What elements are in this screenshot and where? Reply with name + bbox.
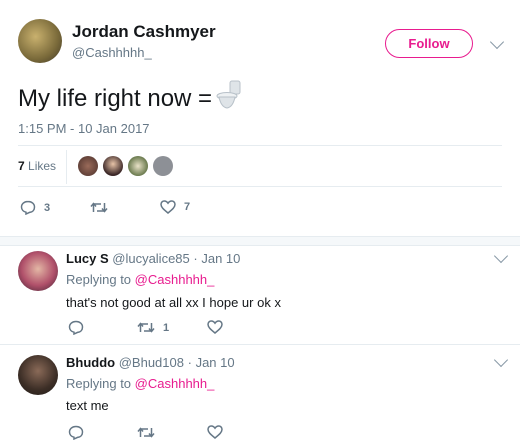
heart-icon <box>207 425 223 439</box>
toilet-icon <box>216 80 242 117</box>
reply-avatar[interactable] <box>18 355 58 395</box>
retweet-count: 1 <box>163 321 170 334</box>
reply-icon <box>68 320 84 335</box>
liker-avatar[interactable] <box>78 156 98 176</box>
likes-summary[interactable]: 7 Likes <box>18 159 56 173</box>
reply-date[interactable]: Jan 10 <box>196 355 235 370</box>
retweet-icon <box>137 427 155 438</box>
section-divider <box>0 236 520 246</box>
reply-author-handle[interactable]: @lucyalice85 <box>112 251 190 266</box>
chevron-down-icon[interactable] <box>493 248 509 264</box>
reply-icon <box>20 200 36 215</box>
tweet-text: My life right now = <box>18 84 213 112</box>
like-action[interactable] <box>207 425 223 439</box>
follow-button[interactable]: Follow <box>385 29 473 58</box>
retweet-action[interactable] <box>137 426 155 439</box>
liker-avatar[interactable] <box>153 156 173 176</box>
author-name[interactable]: Jordan Cashmyer <box>72 22 216 42</box>
tweet-timestamp[interactable]: 1:15 PM - 10 Jan 2017 <box>18 121 150 136</box>
replying-to-prefix: Replying to <box>66 376 132 391</box>
replying-to: Replying to @Cashhhhh_ <box>66 272 214 287</box>
follow-button-label: Follow <box>408 36 450 51</box>
replying-to-handle[interactable]: @Cashhhhh_ <box>135 376 215 391</box>
reply-action[interactable]: 3 <box>20 200 50 215</box>
heart-icon <box>160 200 176 214</box>
reply-action[interactable] <box>68 425 84 440</box>
replying-to-prefix: Replying to <box>66 272 132 287</box>
heart-icon <box>207 320 223 334</box>
likes-count: 7 <box>18 159 25 173</box>
chevron-down-icon[interactable] <box>493 352 509 368</box>
reply-text: that's not good at all xx I hope ur ok x <box>66 295 281 310</box>
reply-count: 3 <box>44 201 51 214</box>
author-handle[interactable]: @Cashhhhh_ <box>72 45 152 60</box>
liker-avatar[interactable] <box>103 156 123 176</box>
retweet-icon <box>90 202 108 213</box>
likes-divider <box>66 150 67 184</box>
reply-author-name[interactable]: Bhuddo <box>66 355 115 370</box>
divider <box>0 344 520 345</box>
likes-label: Likes <box>28 159 57 173</box>
divider <box>18 145 502 146</box>
author-avatar[interactable] <box>18 19 62 63</box>
reply-author-name[interactable]: Lucy S <box>66 251 109 266</box>
reply-header: Bhuddo @Bhud108 · Jan 10 <box>66 355 235 370</box>
liker-avatar[interactable] <box>128 156 148 176</box>
retweet-action[interactable] <box>90 201 108 214</box>
reply-avatar[interactable] <box>18 251 58 291</box>
divider <box>18 186 502 187</box>
reply-date[interactable]: Jan 10 <box>201 251 240 266</box>
like-action[interactable] <box>207 320 223 334</box>
replying-to: Replying to @Cashhhhh_ <box>66 376 214 391</box>
reply-header: Lucy S @lucyalice85 · Jan 10 <box>66 251 240 266</box>
reply-separator: · <box>187 355 192 370</box>
replying-to-handle[interactable]: @Cashhhhh_ <box>135 272 215 287</box>
tweet-text-row: My life right now = <box>18 80 242 117</box>
retweet-icon <box>137 322 155 333</box>
like-action[interactable]: 7 <box>160 200 190 214</box>
reply-separator: · <box>193 251 198 266</box>
retweet-action[interactable]: 1 <box>137 321 169 334</box>
reply-text: text me <box>66 398 109 413</box>
reply-author-handle[interactable]: @Bhud108 <box>119 355 184 370</box>
chevron-down-icon[interactable] <box>489 34 505 50</box>
reply-icon <box>68 425 84 440</box>
reply-action[interactable] <box>68 320 84 335</box>
like-count: 7 <box>184 201 191 213</box>
